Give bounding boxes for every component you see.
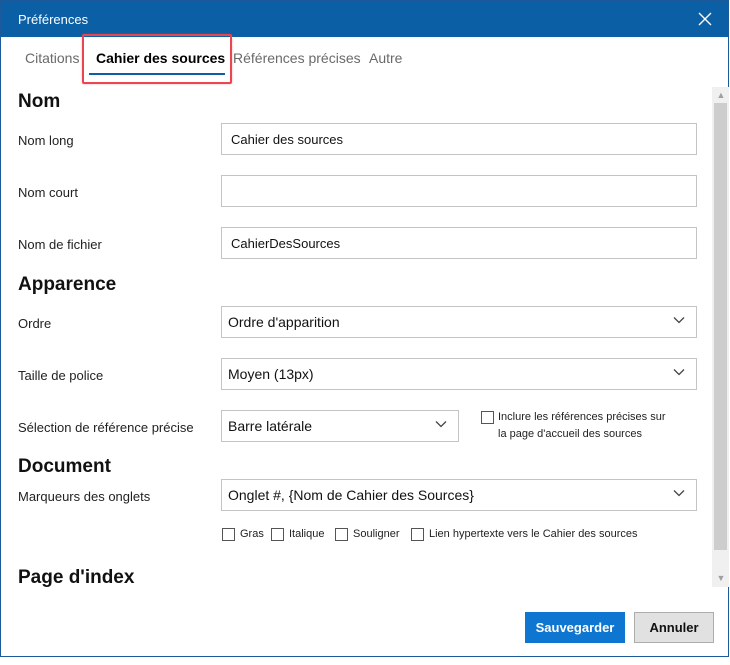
- section-title-document: Document: [18, 456, 111, 477]
- italique-checkbox[interactable]: [271, 528, 284, 541]
- save-button[interactable]: Sauvegarder: [525, 612, 625, 643]
- inclure-label-line1: Inclure les références précises sur: [498, 411, 666, 423]
- lien-hypertexte-label: Lien hypertexte vers le Cahier des sourc…: [429, 528, 638, 540]
- taille-select[interactable]: Moyen (13px): [221, 358, 697, 390]
- souligner-label: Souligner: [353, 528, 400, 540]
- selection-label: Sélection de référence précise: [18, 420, 194, 435]
- nom-long-input[interactable]: [221, 123, 697, 155]
- cancel-button[interactable]: Annuler: [634, 612, 714, 643]
- ordre-label: Ordre: [18, 316, 52, 331]
- tab-autre[interactable]: Autre: [369, 50, 402, 66]
- nom-court-input[interactable]: [221, 175, 697, 207]
- tab-citations[interactable]: Citations: [25, 50, 79, 66]
- taille-label: Taille de police: [18, 368, 104, 383]
- tab-references-precises[interactable]: Références précises: [233, 50, 361, 66]
- nom-fichier-label: Nom de fichier: [18, 237, 102, 252]
- marqueurs-select-value: Onglet #, {Nom de Cahier des Sources}: [228, 487, 474, 503]
- title-bar: Préférences: [1, 1, 728, 37]
- inclure-label-line2: la page d'accueil des sources: [498, 428, 642, 440]
- taille-select-value: Moyen (13px): [228, 366, 314, 382]
- preferences-dialog: Préférences Citations Cahier des sources…: [0, 0, 729, 657]
- marqueurs-label: Marqueurs des onglets: [18, 489, 151, 504]
- marqueurs-select[interactable]: Onglet #, {Nom de Cahier des Sources}: [221, 479, 697, 511]
- settings-panel: Nom Nom long Nom court Nom de fichier Ap…: [1, 87, 712, 587]
- section-title-index: Page d'index: [18, 567, 135, 587]
- close-icon[interactable]: [690, 4, 720, 34]
- scroll-down-icon[interactable]: ▼: [716, 573, 726, 583]
- section-title-apparence: Apparence: [18, 274, 117, 295]
- inclure-checkbox[interactable]: [481, 411, 494, 424]
- section-title-nom: Nom: [18, 91, 61, 112]
- nom-fichier-input[interactable]: [221, 227, 697, 259]
- gras-checkbox[interactable]: [222, 528, 235, 541]
- vertical-scrollbar[interactable]: ▲ ▼: [712, 87, 729, 587]
- selection-select-value: Barre latérale: [228, 418, 313, 434]
- chevron-down-icon: [673, 490, 685, 497]
- chevron-down-icon: [673, 317, 685, 324]
- nom-long-label: Nom long: [18, 133, 74, 148]
- ordre-select[interactable]: Ordre d'apparition: [221, 306, 697, 338]
- lien-hypertexte-checkbox[interactable]: [411, 528, 424, 541]
- italique-label: Italique: [289, 528, 325, 540]
- gras-label: Gras: [240, 528, 264, 540]
- nom-court-label: Nom court: [18, 185, 78, 200]
- selection-select[interactable]: Barre latérale: [221, 410, 459, 442]
- scrollbar-thumb[interactable]: [714, 103, 727, 550]
- tab-highlight-frame: [82, 34, 232, 84]
- souligner-checkbox[interactable]: [335, 528, 348, 541]
- chevron-down-icon: [435, 421, 447, 428]
- window-title: Préférences: [18, 12, 89, 27]
- chevron-down-icon: [673, 369, 685, 376]
- ordre-select-value: Ordre d'apparition: [228, 314, 340, 330]
- scroll-up-icon[interactable]: ▲: [716, 90, 726, 100]
